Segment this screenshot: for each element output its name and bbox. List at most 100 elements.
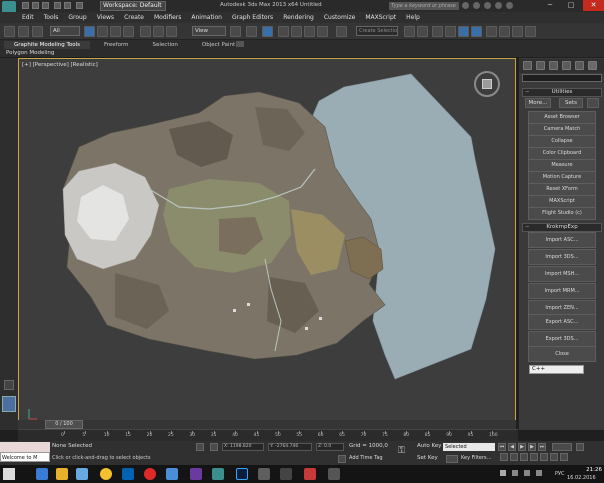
time-tag-icon[interactable] (338, 455, 346, 463)
menu-create[interactable]: Create (124, 14, 144, 21)
menu-tools[interactable]: Tools (44, 14, 59, 21)
more-button[interactable]: More... (525, 98, 551, 108)
undo-button[interactable] (4, 26, 15, 37)
configure-sets-button[interactable] (587, 98, 599, 108)
rendered-frame-window-button[interactable] (512, 26, 523, 37)
select-scale-button[interactable] (166, 26, 177, 37)
z-coordinate-field[interactable]: Z: 0.0 (316, 443, 344, 451)
angle-snap-button[interactable] (291, 26, 302, 37)
window-crossing-button[interactable] (123, 26, 134, 37)
app5-taskbar-icon[interactable] (328, 468, 340, 480)
track-bar[interactable]: 0 5 10 15 20 25 30 35 40 45 50 55 60 65 70 75 80 85 90 95 10… (18, 429, 518, 441)
search-input[interactable]: Type a keyword or phrase (389, 2, 459, 10)
tab-freeform[interactable]: Freeform (94, 41, 139, 49)
zoom-extents-icon[interactable] (520, 453, 528, 461)
select-rotate-button[interactable] (153, 26, 164, 37)
menu-help[interactable]: Help (406, 14, 420, 21)
3dsmax-taskbar-icon[interactable] (212, 468, 224, 480)
krokmpexp-rollout-header[interactable]: − KrokmpExp (522, 223, 602, 232)
set-key-button[interactable]: Set Key (417, 455, 438, 461)
workspace-dropdown[interactable]: Workspace: Default (100, 1, 166, 11)
word-taskbar-icon[interactable] (122, 468, 134, 480)
menu-views[interactable]: Views (97, 14, 114, 21)
ribbon-options-icon[interactable] (236, 41, 244, 47)
next-frame-button[interactable]: ▶ (528, 443, 536, 451)
menu-animation[interactable]: Animation (191, 14, 222, 21)
selection-region-button[interactable] (110, 26, 121, 37)
utility-flight-studio-button[interactable]: Flight Studio (c) (528, 207, 596, 220)
selection-filter-dropdown[interactable]: All (50, 26, 80, 36)
viewcube[interactable] (474, 71, 500, 97)
add-time-tag-button[interactable]: Add Time Tag (349, 455, 383, 461)
opera-taskbar-icon[interactable] (144, 468, 156, 480)
material-editor-button[interactable] (486, 26, 497, 37)
search-icon[interactable] (462, 2, 469, 9)
subscription-icon[interactable] (473, 2, 480, 9)
schematic-view-button[interactable] (471, 26, 482, 37)
viewport-layout-icon[interactable] (4, 380, 14, 390)
save-file-icon[interactable] (42, 2, 49, 9)
maxscript-listener-output[interactable]: Welcome to M (0, 452, 50, 462)
skype-taskbar-icon[interactable] (76, 468, 88, 480)
viewport-tab-icon[interactable] (2, 396, 16, 412)
windows-start-icon[interactable] (3, 468, 15, 480)
select-object-button[interactable] (84, 26, 95, 37)
goto-end-button[interactable]: ⏭ (538, 443, 546, 451)
edit-named-selection-button[interactable] (336, 26, 347, 37)
utilities-tab-icon[interactable] (588, 61, 597, 70)
auto-key-button[interactable]: Auto Key (417, 443, 442, 449)
undo-icon[interactable] (54, 2, 61, 9)
menu-customize[interactable]: Customize (324, 14, 356, 21)
zoom-all-icon[interactable] (510, 453, 518, 461)
layer-manager-button[interactable] (432, 26, 443, 37)
orbit-icon[interactable] (550, 453, 558, 461)
communication-icon[interactable] (484, 2, 491, 9)
select-manipulate-button[interactable] (246, 26, 257, 37)
create-tab-icon[interactable] (523, 61, 532, 70)
network-icon[interactable] (512, 470, 518, 476)
menu-graph-editors[interactable]: Graph Editors (232, 14, 273, 21)
select-move-button[interactable] (140, 26, 151, 37)
previous-frame-button[interactable]: ◀ (508, 443, 516, 451)
time-slider[interactable]: 0 / 100 (18, 420, 516, 429)
menu-modifiers[interactable]: Modifiers (154, 14, 181, 21)
app-taskbar-icon[interactable] (166, 468, 178, 480)
menu-group[interactable]: Group (68, 14, 86, 21)
utilities-rollout-header[interactable]: − Utilities (522, 88, 602, 97)
app4-taskbar-icon[interactable] (304, 468, 316, 480)
render-production-button[interactable] (525, 26, 536, 37)
tab-selection[interactable]: Selection (143, 41, 188, 49)
vs-taskbar-icon[interactable] (190, 468, 202, 480)
language-indicator[interactable]: РУС (555, 471, 565, 477)
zoom-icon[interactable] (500, 453, 508, 461)
maxscript-listener-input[interactable] (0, 442, 50, 452)
y-coordinate-field[interactable]: Y: -2764.746 (268, 443, 312, 451)
menu-rendering[interactable]: Rendering (283, 14, 314, 21)
battery-icon[interactable] (536, 470, 542, 476)
display-tab-icon[interactable] (575, 61, 584, 70)
tab-graphite-modeling-tools[interactable]: Graphite Modeling Tools (4, 41, 91, 49)
align-button[interactable] (417, 26, 428, 37)
spinner-snap-button[interactable] (317, 26, 328, 37)
absolute-mode-icon[interactable] (210, 443, 218, 451)
explorer-taskbar-icon[interactable] (56, 468, 68, 480)
key-mode-dropdown[interactable]: Selected (443, 443, 495, 451)
clock-date[interactable]: 16.02.2016 (567, 475, 596, 481)
modify-tab-icon[interactable] (536, 61, 545, 70)
viewcube-face-icon[interactable] (482, 79, 492, 89)
current-frame-field[interactable] (552, 443, 572, 451)
export-3ds-button[interactable]: Export 3DS... (528, 331, 596, 347)
link-button[interactable] (18, 26, 29, 37)
key-filters-button[interactable]: Key Filters... (461, 455, 491, 461)
help-icon[interactable] (506, 2, 513, 9)
favorites-icon[interactable] (495, 2, 502, 9)
redo-icon[interactable] (64, 2, 71, 9)
named-selection-dropdown[interactable]: Create Selection Se (356, 26, 398, 36)
mirror-button[interactable] (404, 26, 415, 37)
open-file-icon[interactable] (32, 2, 39, 9)
reference-coordinate-dropdown[interactable]: View (192, 26, 226, 36)
new-file-icon[interactable] (22, 2, 29, 9)
maximize-button[interactable]: □ (561, 0, 581, 11)
field-of-view-icon[interactable] (530, 453, 538, 461)
app3-taskbar-icon[interactable] (280, 468, 292, 480)
